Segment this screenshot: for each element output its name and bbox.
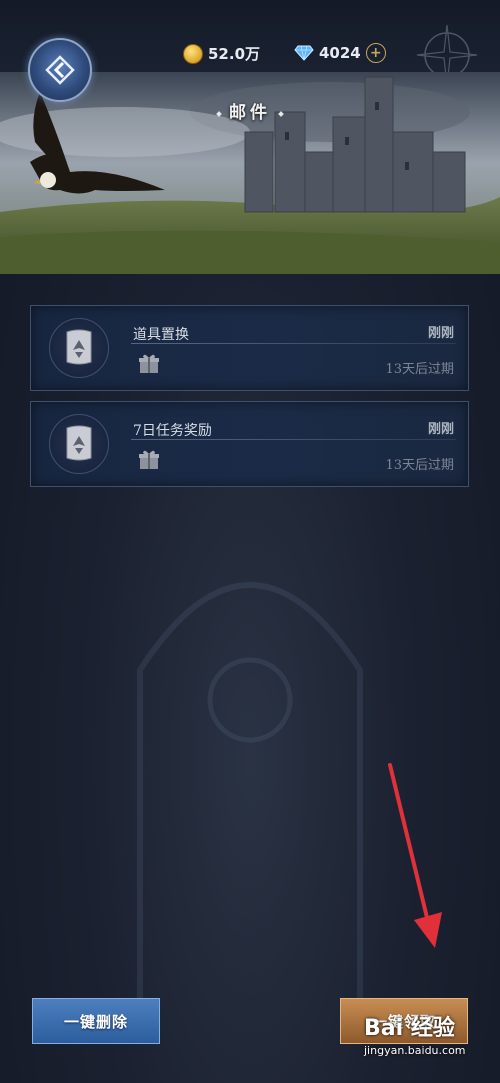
gold-value: 52.0万 — [208, 45, 261, 63]
mail-title: 道具置换 — [133, 327, 189, 343]
watermark-logo: Bai 经验 — [364, 1016, 455, 1041]
mail-scroll-icon — [49, 414, 109, 474]
mail-scroll-icon — [49, 318, 109, 378]
add-diamond-button[interactable]: + — [365, 43, 386, 63]
mail-divider — [131, 439, 456, 440]
diamond-icon — [294, 45, 314, 61]
mail-item[interactable]: 7日任务奖励 刚刚 13天后过期 — [30, 401, 469, 487]
mail-expire: 13天后过期 — [385, 458, 454, 473]
gold-coin-icon — [183, 43, 203, 64]
mail-time: 刚刚 — [427, 326, 454, 341]
page-title: 邮件 — [0, 98, 500, 123]
mail-divider — [131, 343, 456, 344]
mail-expire: 13天后过期 — [385, 362, 454, 377]
annotation-arrow-icon — [388, 763, 442, 948]
gold-currency: 52.0万 — [183, 43, 260, 64]
mail-banner: 邮件 — [0, 72, 500, 274]
back-button[interactable] — [28, 38, 92, 102]
mail-item[interactable]: 道具置换 刚刚 13天后过期 — [30, 305, 469, 391]
title-dot-left-icon — [216, 110, 222, 117]
mail-list: 道具置换 刚刚 13天后过期 7日任务奖励 刚刚 13天后过期 — [30, 305, 469, 497]
delete-all-button[interactable]: 一键删除 — [32, 998, 160, 1044]
mail-time: 刚刚 — [427, 422, 454, 437]
background-door-decoration — [137, 582, 363, 1000]
title-dot-right-icon — [278, 110, 284, 117]
back-emblem-icon — [45, 55, 75, 85]
gift-attachment-icon — [139, 450, 159, 469]
gift-attachment-icon — [139, 354, 159, 373]
diamond-value: 4024 — [319, 44, 361, 62]
diamond-currency: 4024 + — [294, 43, 386, 63]
baidu-watermark: Bai 经验 jingyan.baidu.com — [364, 1010, 494, 1080]
mail-title: 7日任务奖励 — [133, 423, 212, 439]
watermark-url: jingyan.baidu.com — [364, 1044, 466, 1057]
